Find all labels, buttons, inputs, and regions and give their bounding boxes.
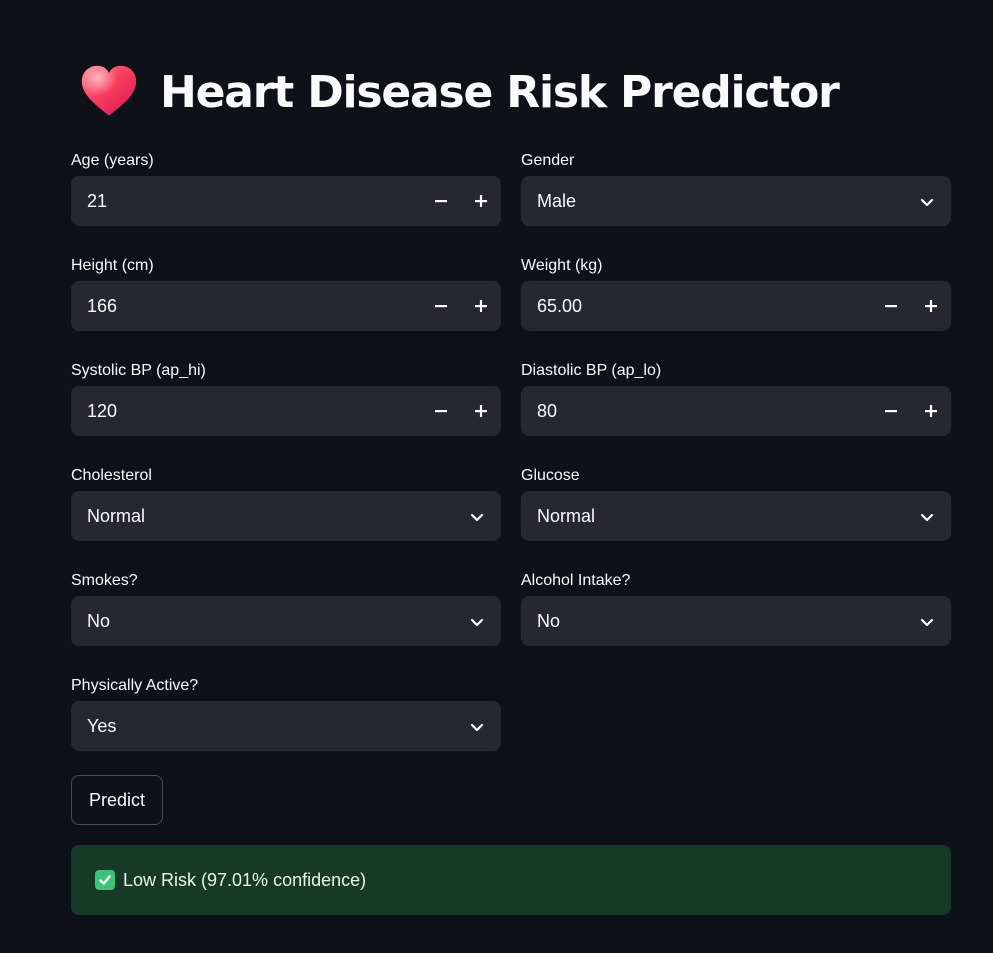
glucose-field: Glucose Normal xyxy=(521,465,951,541)
gender-value[interactable]: Male xyxy=(537,176,576,226)
minus-icon xyxy=(885,410,897,413)
plus-icon xyxy=(475,195,487,207)
height-value[interactable]: 166 xyxy=(87,281,117,331)
alcohol-select[interactable]: No xyxy=(521,596,951,646)
minus-icon xyxy=(435,410,447,413)
glucose-value[interactable]: Normal xyxy=(537,491,595,541)
minus-icon xyxy=(435,305,447,308)
cholesterol-value[interactable]: Normal xyxy=(87,491,145,541)
diastolic-field: Diastolic BP (ap_lo) 80 xyxy=(521,360,951,436)
page-title: Heart Disease Risk Predictor xyxy=(160,66,840,118)
plus-icon xyxy=(475,300,487,312)
smokes-value[interactable]: No xyxy=(87,596,110,646)
weight-value[interactable]: 65.00 xyxy=(537,281,582,331)
minus-icon xyxy=(435,200,447,203)
plus-icon xyxy=(925,405,937,417)
heart-icon xyxy=(81,65,137,116)
height-stepper xyxy=(421,281,501,331)
cholesterol-select[interactable]: Normal xyxy=(71,491,501,541)
age-input[interactable]: 21 xyxy=(71,176,501,226)
gender-select[interactable]: Male xyxy=(521,176,951,226)
chevron-down-icon[interactable] xyxy=(919,194,935,210)
systolic-stepper xyxy=(421,386,501,436)
plus-icon xyxy=(925,300,937,312)
height-label: Height (cm) xyxy=(71,257,154,274)
smokes-select[interactable]: No xyxy=(71,596,501,646)
active-value[interactable]: Yes xyxy=(87,701,116,751)
smokes-field: Smokes? No xyxy=(71,570,501,646)
systolic-increment-button[interactable] xyxy=(461,386,501,436)
glucose-select[interactable]: Normal xyxy=(521,491,951,541)
chevron-down-icon[interactable] xyxy=(919,509,935,525)
systolic-label: Systolic BP (ap_hi) xyxy=(71,362,206,379)
weight-decrement-button[interactable] xyxy=(871,281,911,331)
weight-stepper xyxy=(871,281,951,331)
diastolic-stepper xyxy=(871,386,951,436)
weight-input[interactable]: 65.00 xyxy=(521,281,951,331)
height-input[interactable]: 166 xyxy=(71,281,501,331)
diastolic-input[interactable]: 80 xyxy=(521,386,951,436)
gender-field: Gender Male xyxy=(521,150,951,226)
active-field: Physically Active? Yes xyxy=(71,675,501,751)
systolic-field: Systolic BP (ap_hi) 120 xyxy=(71,360,501,436)
diastolic-decrement-button[interactable] xyxy=(871,386,911,436)
gender-label: Gender xyxy=(521,152,575,169)
predict-button[interactable]: Predict xyxy=(71,775,163,825)
minus-icon xyxy=(885,305,897,308)
age-stepper xyxy=(421,176,501,226)
active-select[interactable]: Yes xyxy=(71,701,501,751)
chevron-down-icon[interactable] xyxy=(469,719,485,735)
cholesterol-label: Cholesterol xyxy=(71,467,152,484)
app-container: Heart Disease Risk Predictor Age (years)… xyxy=(0,0,993,953)
check-icon xyxy=(95,870,115,890)
glucose-label: Glucose xyxy=(521,467,580,484)
cholesterol-field: Cholesterol Normal xyxy=(71,465,501,541)
age-increment-button[interactable] xyxy=(461,176,501,226)
diastolic-increment-button[interactable] xyxy=(911,386,951,436)
chevron-down-icon[interactable] xyxy=(469,614,485,630)
alcohol-value[interactable]: No xyxy=(537,596,560,646)
alcohol-field: Alcohol Intake? No xyxy=(521,570,951,646)
systolic-value[interactable]: 120 xyxy=(87,386,117,436)
height-decrement-button[interactable] xyxy=(421,281,461,331)
alcohol-label: Alcohol Intake? xyxy=(521,572,631,589)
age-field: Age (years) 21 xyxy=(71,150,501,226)
weight-label: Weight (kg) xyxy=(521,257,603,274)
chevron-down-icon[interactable] xyxy=(919,614,935,630)
age-value[interactable]: 21 xyxy=(87,176,107,226)
chevron-down-icon[interactable] xyxy=(469,509,485,525)
diastolic-value[interactable]: 80 xyxy=(537,386,557,436)
systolic-decrement-button[interactable] xyxy=(421,386,461,436)
height-field: Height (cm) 166 xyxy=(71,255,501,331)
active-label: Physically Active? xyxy=(71,677,199,694)
plus-icon xyxy=(475,405,487,417)
age-label: Age (years) xyxy=(71,152,154,169)
diastolic-label: Diastolic BP (ap_lo) xyxy=(521,362,662,379)
page-header: Heart Disease Risk Predictor xyxy=(80,62,840,122)
age-decrement-button[interactable] xyxy=(421,176,461,226)
weight-field: Weight (kg) 65.00 xyxy=(521,255,951,331)
weight-increment-button[interactable] xyxy=(911,281,951,331)
result-message: Low Risk (97.01% confidence) xyxy=(123,869,367,890)
systolic-input[interactable]: 120 xyxy=(71,386,501,436)
result-alert: Low Risk (97.01% confidence) xyxy=(71,845,951,915)
height-increment-button[interactable] xyxy=(461,281,501,331)
smokes-label: Smokes? xyxy=(71,572,138,589)
